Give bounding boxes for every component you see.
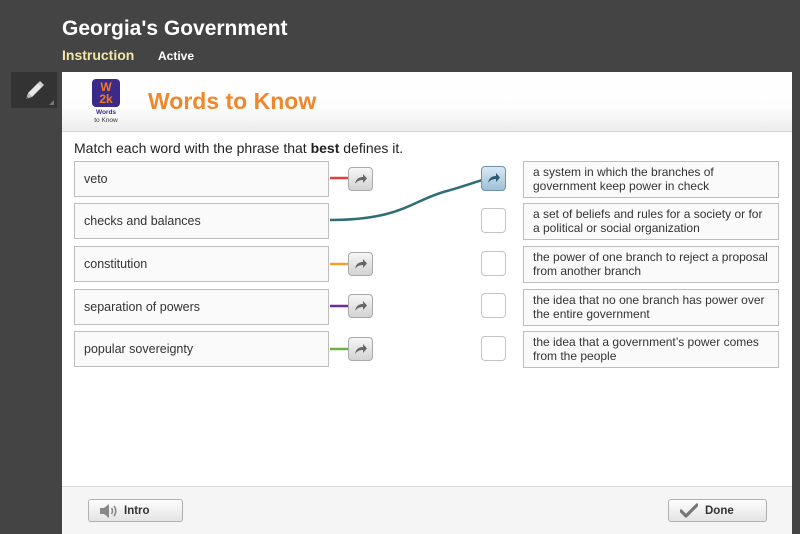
checkmark-icon — [680, 503, 698, 518]
instructions-text-end: defines it. — [339, 140, 404, 156]
curved-arrow-icon — [355, 259, 367, 269]
instructions: Match each word with the phrase that bes… — [74, 140, 403, 156]
term-item[interactable]: separation of powers — [74, 289, 329, 325]
drag-handle-constitution[interactable] — [348, 252, 373, 276]
instructions-emphasis: best — [310, 140, 340, 156]
activity-header: W 2k Words to Know Words to Know — [62, 72, 792, 132]
drag-handle-popular-sovereignty[interactable] — [348, 337, 373, 361]
logo-caption-top: Words — [95, 109, 117, 116]
logo-text-line2: 2k — [99, 92, 113, 106]
definition-text: a set of beliefs and rules for a society… — [533, 207, 763, 235]
definition-text: the idea that no one branch has power ov… — [533, 293, 765, 321]
definition-item: the idea that no one branch has power ov… — [523, 289, 779, 326]
tab-active[interactable]: Active — [158, 49, 194, 63]
intro-button[interactable]: Intro — [88, 499, 183, 522]
term-item[interactable]: veto — [74, 161, 329, 197]
curved-arrow-icon — [355, 344, 367, 354]
term-label: constitution — [84, 257, 148, 271]
curved-arrow-icon — [488, 173, 500, 183]
instructions-text: Match each word with the phrase that — [74, 140, 311, 156]
term-item[interactable]: constitution — [74, 246, 329, 282]
curved-arrow-icon — [355, 174, 367, 184]
definition-item: the power of one branch to reject a prop… — [523, 246, 779, 283]
definition-item: a set of beliefs and rules for a society… — [523, 203, 779, 240]
app-title: Georgia's Government — [62, 17, 288, 40]
term-label: popular sovereignty — [84, 342, 194, 356]
term-label: veto — [84, 172, 108, 186]
pencil-tool-button[interactable] — [11, 72, 57, 108]
done-label: Done — [705, 505, 734, 517]
resize-corner-icon — [49, 100, 54, 105]
speaker-icon — [100, 504, 117, 518]
done-button[interactable]: Done — [668, 499, 767, 522]
drag-handle-separation-of-powers[interactable] — [348, 294, 373, 318]
drag-handle-veto[interactable] — [348, 167, 373, 191]
section-title: Words to Know — [148, 88, 317, 114]
logo-caption: Words to Know — [82, 109, 130, 125]
activity-footer: Intro Done — [62, 486, 792, 534]
definition-text: the power of one branch to reject a prop… — [533, 250, 768, 278]
match-target[interactable] — [481, 251, 506, 276]
activity-panel: W 2k Words to Know Words to Know Match e… — [62, 72, 792, 534]
term-label: separation of powers — [84, 300, 201, 314]
term-item[interactable]: popular sovereignty — [74, 331, 329, 367]
definition-item: a system in which the branches of govern… — [523, 161, 779, 198]
term-item[interactable]: checks and balances — [74, 203, 329, 239]
match-target[interactable] — [481, 208, 506, 233]
match-target[interactable] — [481, 336, 506, 361]
tab-instruction[interactable]: Instruction — [62, 47, 134, 63]
intro-label: Intro — [124, 505, 150, 517]
words-to-know-logo: W 2k — [92, 79, 120, 107]
definition-text: the idea that a government’s power comes… — [533, 335, 759, 363]
definition-item: the idea that a government’s power comes… — [523, 331, 779, 368]
pencil-icon — [26, 81, 44, 99]
logo-caption-bottom: to Know — [94, 117, 118, 124]
term-label: checks and balances — [84, 214, 201, 228]
match-target-filled[interactable] — [481, 166, 506, 191]
definition-text: a system in which the branches of govern… — [533, 165, 714, 193]
match-target[interactable] — [481, 293, 506, 318]
curved-arrow-icon — [355, 301, 367, 311]
